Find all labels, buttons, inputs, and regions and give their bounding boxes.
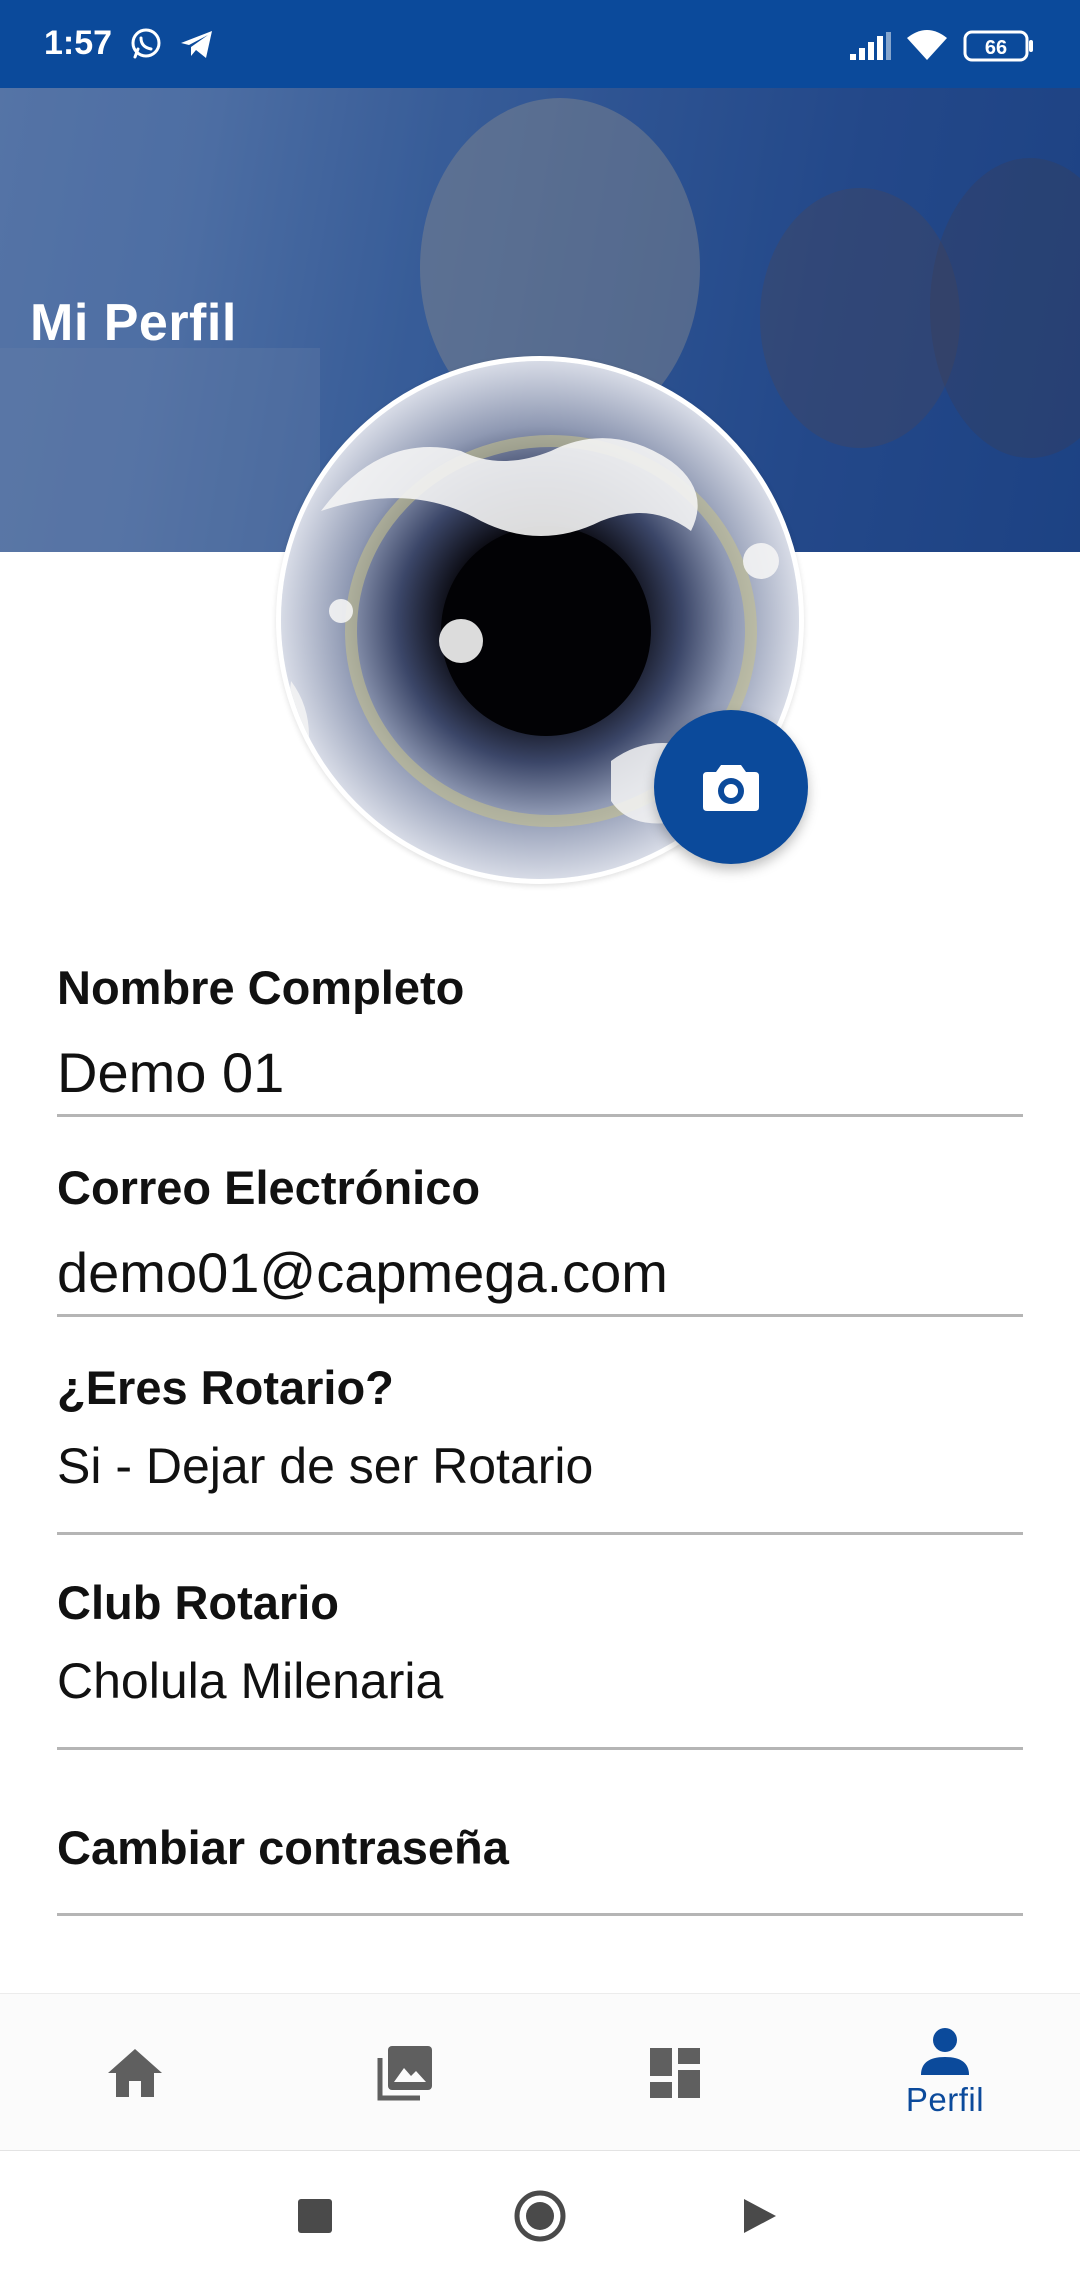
nav-label-profile: Perfil — [905, 2081, 985, 2118]
battery-icon: 66 — [963, 30, 1035, 67]
change-password-field[interactable]: Cambiar contraseña — [57, 1810, 1023, 1916]
wifi-icon — [905, 28, 949, 67]
page-title: Mi Perfil — [30, 294, 237, 352]
full-name-label: Nombre Completo — [57, 961, 465, 1014]
change-password-label[interactable]: Cambiar contraseña — [57, 1820, 509, 1875]
nav-item-dashboard[interactable] — [540, 1994, 810, 2152]
rotarian-status-field[interactable]: ¿Eres Rotario? Si - Dejar de ser Rotario — [57, 1355, 1023, 1535]
full-name-field[interactable]: Nombre Completo Demo 01 — [57, 955, 1023, 1117]
camera-icon — [703, 765, 759, 811]
nav-item-home[interactable] — [0, 1994, 270, 2152]
change-photo-button[interactable] — [654, 710, 808, 864]
rotarian-status-value[interactable]: Si - Dejar de ser Rotario — [57, 1437, 593, 1495]
whatsapp-icon — [128, 26, 164, 67]
dashboard-icon — [650, 2048, 700, 2098]
email-label: Correo Electrónico — [57, 1161, 481, 1214]
recent-apps-icon[interactable] — [298, 2199, 332, 2233]
home-icon — [108, 2049, 162, 2097]
rotary-club-value: Cholula Milenaria — [57, 1653, 444, 1709]
full-name-value: Demo 01 — [57, 1041, 285, 1104]
status-time: 1:57 — [44, 24, 113, 62]
battery-level: 66 — [985, 37, 1007, 59]
rotary-club-field[interactable]: Club Rotario Cholula Milenaria — [57, 1570, 1023, 1750]
email-field[interactable]: Correo Electrónico demo01@capmega.com — [57, 1155, 1023, 1317]
rotary-club-label: Club Rotario — [57, 1576, 339, 1629]
rotarian-status-label: ¿Eres Rotario? — [57, 1361, 394, 1414]
system-navigation-bar — [0, 2151, 1080, 2280]
person-icon — [921, 2028, 969, 2075]
nav-item-gallery[interactable] — [270, 1994, 540, 2152]
signal-icon — [848, 32, 892, 67]
status-bar: 1:57 66 — [0, 0, 1080, 88]
back-icon[interactable] — [744, 2199, 776, 2233]
telegram-icon — [178, 26, 216, 67]
bottom-navigation: Perfil — [0, 1993, 1080, 2151]
email-value: demo01@capmega.com — [57, 1241, 668, 1304]
gallery-icon — [377, 2046, 432, 2101]
nav-item-profile[interactable]: Perfil — [810, 1994, 1080, 2152]
